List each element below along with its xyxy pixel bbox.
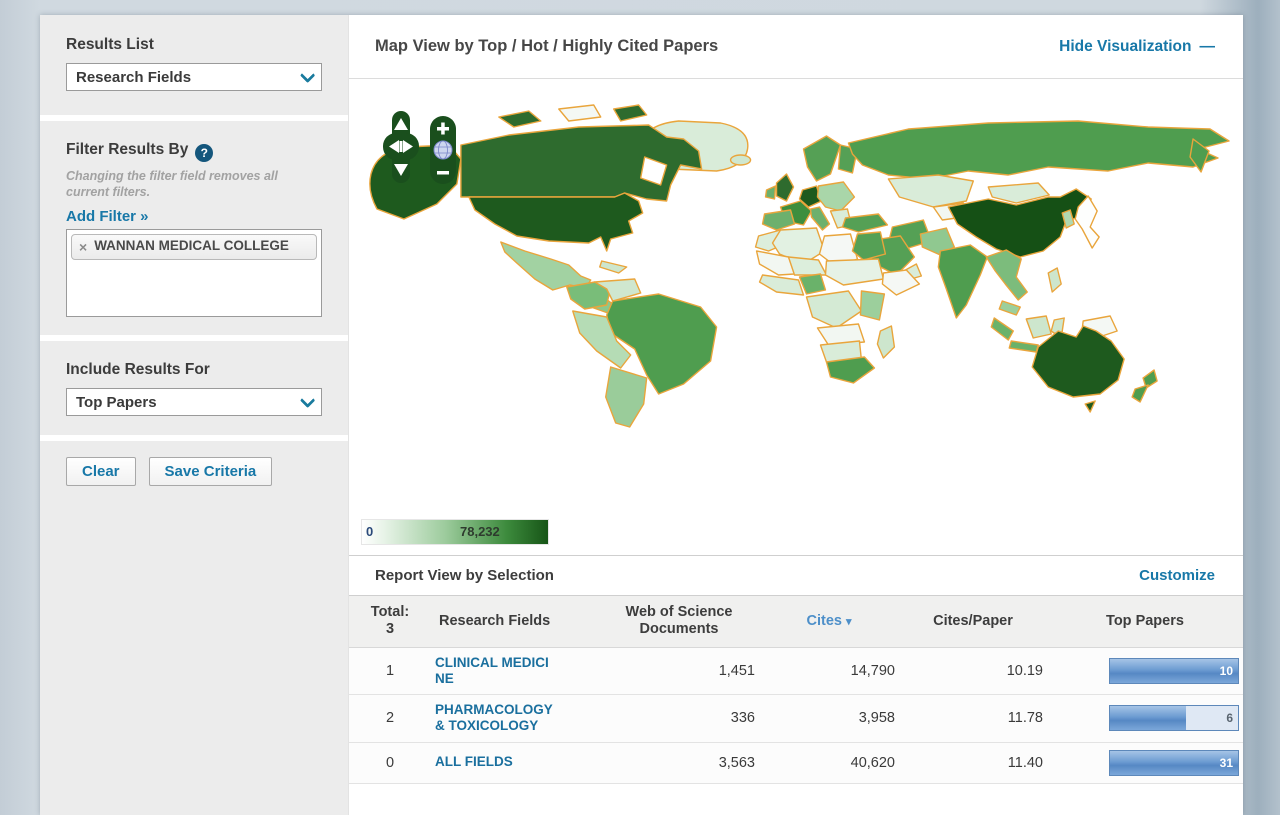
minus-icon: —	[1200, 38, 1216, 55]
cites-cell: 40,620	[759, 742, 899, 783]
pan-control[interactable]	[382, 109, 420, 185]
content-card: Results List Research Fields Filter Resu…	[40, 15, 1243, 815]
cites-cell: 3,958	[759, 695, 899, 742]
table-row: 2 PHARMACOLOGY & TOXICOLOGY 336 3,958 11…	[349, 695, 1243, 742]
customize-link[interactable]: Customize	[1139, 567, 1215, 584]
results-list-selected-value: Research Fields	[76, 69, 191, 86]
filter-note: Changing the filter field removes all cu…	[66, 169, 322, 200]
rank-cell: 0	[349, 742, 431, 783]
top-papers-bar[interactable]: 10	[1109, 658, 1239, 684]
globe-icon	[434, 141, 452, 159]
cites-per-paper-cell: 11.40	[899, 742, 1047, 783]
table-row: 0 ALL FIELDS 3,563 40,620 11.40 31	[349, 742, 1243, 783]
rank-cell: 1	[349, 647, 431, 694]
hide-visualization-link[interactable]: Hide Visualization—	[1059, 38, 1215, 56]
cites-per-paper-cell: 10.19	[899, 647, 1047, 694]
region-india	[938, 245, 987, 318]
table-row: 1 CLINICAL MEDICINE 1,451 14,790 10.19 1…	[349, 647, 1243, 694]
cites-cell: 14,790	[759, 647, 899, 694]
field-link[interactable]: CLINICAL MEDICINE	[435, 655, 555, 687]
map-controls	[382, 107, 457, 190]
field-link[interactable]: ALL FIELDS	[435, 754, 555, 770]
include-results-select[interactable]: Top Papers	[66, 388, 322, 416]
map-legend: 0 78,232	[361, 519, 549, 545]
field-cell: CLINICAL MEDICINE	[431, 647, 599, 694]
top-papers-cell: 31	[1047, 742, 1243, 783]
zoom-control[interactable]	[429, 115, 457, 185]
region-new-zealand	[1132, 370, 1157, 402]
column-cites-sort[interactable]: Cites ▾	[759, 596, 899, 647]
cites-per-paper-cell: 11.78	[899, 695, 1047, 742]
region-south-america	[567, 279, 717, 427]
column-cites-per-paper: Cites/Paper	[899, 596, 1047, 647]
region-russia	[848, 121, 1229, 179]
filter-panel: Filter Results By? Changing the filter f…	[40, 121, 348, 335]
report-table: Total:3 Research Fields Web of ScienceDo…	[349, 596, 1243, 784]
chevron-down-icon	[300, 392, 316, 408]
top-papers-bar[interactable]: 6	[1109, 705, 1239, 731]
sort-descending-icon: ▾	[846, 616, 852, 628]
add-filter-link[interactable]: Add Filter »	[66, 208, 149, 225]
docs-cell: 336	[599, 695, 759, 742]
save-criteria-button[interactable]: Save Criteria	[149, 457, 273, 486]
column-top-papers: Top Papers	[1047, 596, 1243, 647]
active-filters-listbox: × WANNAN MEDICAL COLLEGE	[66, 229, 322, 317]
column-wos-documents: Web of ScienceDocuments	[599, 596, 759, 647]
include-results-label: Include Results For	[66, 361, 322, 379]
zoom-out-icon	[437, 171, 449, 175]
top-papers-bar[interactable]: 31	[1109, 750, 1239, 776]
column-total: Total:3	[349, 596, 431, 647]
legend-max-value: 78,232	[460, 524, 500, 539]
top-papers-cell: 10	[1047, 647, 1243, 694]
field-link[interactable]: PHARMACOLOGY & TOXICOLOGY	[435, 702, 555, 734]
docs-cell: 3,563	[599, 742, 759, 783]
region-iceland	[731, 155, 751, 165]
filter-chip: × WANNAN MEDICAL COLLEGE	[71, 234, 317, 260]
results-list-select[interactable]: Research Fields	[66, 63, 322, 91]
field-cell: PHARMACOLOGY & TOXICOLOGY	[431, 695, 599, 742]
results-list-panel: Results List Research Fields	[40, 15, 348, 115]
region-australia	[1032, 326, 1124, 412]
filter-chip-label: WANNAN MEDICAL COLLEGE	[94, 238, 289, 254]
clear-button[interactable]: Clear	[66, 457, 136, 486]
report-title: Report View by Selection	[375, 567, 554, 584]
region-europe	[763, 136, 858, 230]
include-results-panel: Include Results For Top Papers	[40, 341, 348, 435]
column-research-fields: Research Fields	[431, 596, 599, 647]
region-canada	[461, 105, 702, 201]
filter-title: Filter Results By	[66, 141, 188, 158]
field-cell: ALL FIELDS	[431, 742, 599, 783]
remove-filter-icon[interactable]: ×	[79, 239, 87, 255]
map-title: Map View by Top / Hot / Highly Cited Pap…	[375, 37, 718, 56]
legend-min-value: 0	[366, 524, 373, 539]
table-header-row: Total:3 Research Fields Web of ScienceDo…	[349, 596, 1243, 647]
rank-cell: 2	[349, 695, 431, 742]
report-header: Report View by Selection Customize	[349, 555, 1243, 596]
include-results-selected-value: Top Papers	[76, 394, 157, 411]
docs-cell: 1,451	[599, 647, 759, 694]
map-visualization: 0 78,232	[349, 79, 1243, 555]
map-header: Map View by Top / Hot / Highly Cited Pap…	[349, 15, 1243, 79]
region-usa	[469, 193, 643, 251]
chevron-down-icon	[300, 67, 316, 83]
help-icon[interactable]: ?	[195, 144, 213, 162]
world-map[interactable]	[349, 79, 1243, 555]
sidebar: Results List Research Fields Filter Resu…	[40, 15, 348, 815]
results-list-label: Results List	[66, 36, 322, 54]
top-papers-cell: 6	[1047, 695, 1243, 742]
actions-panel: Clear Save Criteria	[40, 441, 348, 815]
main-content: Map View by Top / Hot / Highly Cited Pap…	[348, 15, 1243, 815]
